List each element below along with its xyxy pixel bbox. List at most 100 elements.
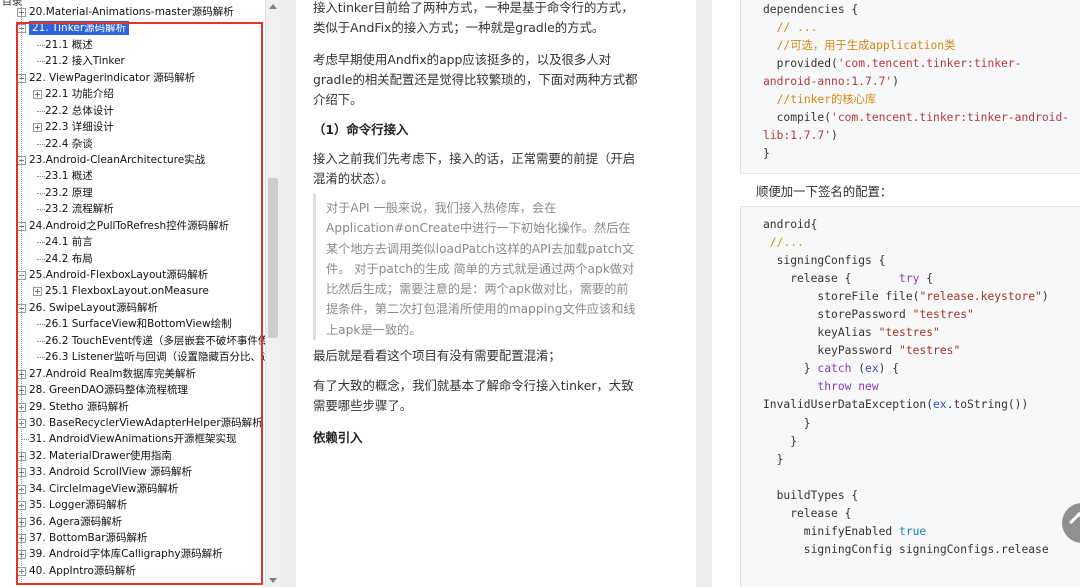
toc-item-label: 31. AndroidViewAnimations开源框架实现 <box>29 433 237 446</box>
toc-item[interactable]: 26.1 SurfaceView和BottomView绘制 <box>0 316 266 332</box>
toc-item[interactable]: +36. Agera源码解析 <box>0 514 266 530</box>
toc-item[interactable]: +25.1 FlexboxLayout.onMeasure <box>0 283 266 299</box>
article-paragraph: 有了大致的概念，我们就基本了解命令行接入tinker，大致需要哪些步骤了。 <box>313 378 634 413</box>
toc-item[interactable]: +30. BaseRecyclerViewAdapterHelper源码解析 <box>0 415 266 431</box>
toc-tree: +20.Material-Animations-master源码解析 −21. T… <box>0 4 266 584</box>
article-paragraph: 考虑早期使用Andfix的app应该挺多的，以及很多人对gradle的相关配置还… <box>313 52 638 107</box>
toc-scrollbar[interactable] <box>265 0 280 587</box>
toc-item[interactable]: +39. Android字体库Calligraphy源码解析 <box>0 546 266 562</box>
toc-item[interactable]: 26.2 TouchEvent传递（多层嵌套不破坏事件传递 <box>0 333 266 349</box>
toc-item[interactable]: −24.Android之PullToRefresh控件源码解析 <box>0 218 266 234</box>
blockquote-text: 对于API 一般来说，我们接入热修库，会在Application#onCreat… <box>326 201 636 337</box>
code-block-signing: android{ //... signingConfigs { release … <box>740 206 1080 587</box>
toc-item-label: 36. Agera源码解析 <box>29 515 123 528</box>
toc-item[interactable]: +33. Android ScrollView 源码解析 <box>0 464 266 480</box>
toc-item[interactable]: +22.1 功能介绍 <box>0 86 266 102</box>
expand-icon[interactable]: + <box>33 90 42 100</box>
code-line: keyAlias "testres" <box>763 326 940 340</box>
toc-item[interactable]: 24.1 前言 <box>0 234 266 250</box>
toc-item[interactable]: +28. GreenDAO源码整体流程梳理 <box>0 382 266 398</box>
code-line: //可选，用于生成application类 <box>776 39 956 53</box>
code-line: InvalidUserDataException(ex.toString()) <box>763 398 1029 412</box>
toc-item[interactable]: 31. AndroidViewAnimations开源框架实现 <box>0 431 266 447</box>
toc-item[interactable]: 22.2 总体设计 <box>0 103 266 119</box>
toc-item-label: 26.1 SurfaceView和BottomView绘制 <box>45 318 232 331</box>
article-panel: 接入tinker目前给了两种方式，一种是基于命令行的方式，类似于AndFix的接… <box>296 0 696 587</box>
code-line: compile('com.tencent.tinker:tinker-andro… <box>763 111 1070 125</box>
toc-item-label: 26.2 TouchEvent传递（多层嵌套不破坏事件传递 <box>45 334 266 347</box>
tree-connector <box>37 258 45 260</box>
toc-item-label: 39. Android字体库Calligraphy源码解析 <box>29 548 223 561</box>
toc-item[interactable]: +35. Logger源码解析 <box>0 497 266 513</box>
toc-item[interactable]: 21.1 概述 <box>0 37 266 53</box>
code-text: dependencies { // ... //可选，用于生成applicati… <box>741 0 1080 163</box>
toc-item-label: 33. Android ScrollView 源码解析 <box>29 466 193 479</box>
code-line: throw new <box>817 380 879 394</box>
scroll-thumb[interactable] <box>268 178 278 338</box>
toc-item[interactable]: −22. ViewPagerindicator 源码解析 <box>0 70 266 86</box>
toc-item[interactable]: 23.2 原理 <box>0 185 266 201</box>
scroll-up-arrow-icon[interactable] <box>269 4 277 9</box>
tree-connector <box>37 192 45 194</box>
tree-connector <box>21 439 29 441</box>
tree-connector <box>37 61 45 63</box>
toc-item-label: 34. CircleImageView源码解析 <box>29 482 179 495</box>
code-line: android{ <box>763 218 818 231</box>
toc-item-label: 23.1 概述 <box>45 170 93 183</box>
toc-item[interactable]: 21.2 接入Tinker <box>0 53 266 69</box>
toc-item[interactable]: +22.3 详细设计 <box>0 119 266 135</box>
toc-item[interactable]: 23.2 流程解析 <box>0 201 266 217</box>
toc-item-label: 30. BaseRecyclerViewAdapterHelper源码解析 <box>29 416 263 429</box>
panel-gap <box>280 0 296 587</box>
code-line: signingConfigs { <box>763 254 886 268</box>
toc-item[interactable]: +40. AppIntro源码解析 <box>0 563 266 579</box>
expand-icon[interactable]: + <box>33 287 42 297</box>
toc-item-label: 23.Android-CleanArchitecture实战 <box>29 153 206 166</box>
toc-item[interactable]: 22.4 杂谈 <box>0 136 266 152</box>
toc-item-label: 23.2 流程解析 <box>45 203 114 216</box>
toc-item[interactable]: +20.Material-Animations-master源码解析 <box>0 4 266 20</box>
blockquote: 对于API 一般来说，我们接入热修库，会在Application#onCreat… <box>313 194 641 340</box>
code-line: signingConfig signingConfigs.release <box>763 542 1049 556</box>
code-line: storePassword "testres" <box>763 308 974 322</box>
toc-item[interactable]: −23.Android-CleanArchitecture实战 <box>0 152 266 168</box>
code-line: // ... <box>776 21 818 35</box>
toc-item-label: 26.3 Listener监听与回调（设置隐藏百分比、过渡 <box>45 351 266 364</box>
tree-connector <box>37 242 45 244</box>
code-line: lib:1.7.7') <box>763 129 838 143</box>
toc-item[interactable]: 24.2 布局 <box>0 251 266 267</box>
code-block-dependencies: dependencies { // ... //可选，用于生成applicati… <box>740 0 1080 174</box>
toc-item-label: 37. BottomBar源码解析 <box>29 532 148 544</box>
code-line: } catch (ex) { <box>763 362 900 376</box>
toc-item-label: 20.Material-Animations-master源码解析 <box>29 6 234 18</box>
toc-item[interactable]: +27.Android Realm数据库完美解析 <box>0 366 266 382</box>
toc-item[interactable]: +29. Stetho 源码解析 <box>0 399 266 415</box>
tree-connector <box>37 44 45 46</box>
toc-item-label: 25.Android-FlexboxLayout源码解析 <box>29 269 209 281</box>
code-line: } <box>763 416 811 430</box>
toc-item[interactable]: +34. CircleImageView源码解析 <box>0 481 266 497</box>
toc-item[interactable]: −21. Tinker源码解析 <box>0 20 266 36</box>
toc-item-label: 32. MaterialDrawer使用指南 <box>29 449 172 462</box>
scroll-down-arrow-icon[interactable] <box>269 578 277 583</box>
toc-item[interactable]: +32. MaterialDrawer使用指南 <box>0 448 266 464</box>
toc-item-label: 25.1 FlexboxLayout.onMeasure <box>45 285 209 298</box>
tree-connector <box>37 143 45 145</box>
article-paragraph: 最后就是看看这个项目有没有需要配置混淆； <box>313 348 561 363</box>
toc-item[interactable]: 26.3 Listener监听与回调（设置隐藏百分比、过渡 <box>0 349 266 365</box>
toc-item-label: 22.1 功能介绍 <box>45 88 114 101</box>
toc-item[interactable]: −26. SwipeLayout源码解析 <box>0 300 266 316</box>
code-line: buildTypes { <box>763 488 859 502</box>
expand-icon[interactable]: + <box>33 123 42 133</box>
toc-item[interactable]: +37. BottomBar源码解析 <box>0 530 266 546</box>
code-line: dependencies { <box>763 3 859 16</box>
toc-item[interactable]: −25.Android-FlexboxLayout源码解析 <box>0 267 266 283</box>
tree-connector <box>37 324 45 326</box>
section-heading: 依赖引入 <box>313 430 363 445</box>
code-line: release { try { <box>763 272 934 286</box>
toc-item-label: 22. ViewPagerindicator 源码解析 <box>29 71 196 84</box>
article-paragraph: 接入之前我们先考虑下，接入的话，正常需要的前提（开启混淆的状态）。 <box>313 151 636 186</box>
toc-item[interactable]: 23.1 概述 <box>0 168 266 184</box>
tree-connector <box>37 340 45 342</box>
